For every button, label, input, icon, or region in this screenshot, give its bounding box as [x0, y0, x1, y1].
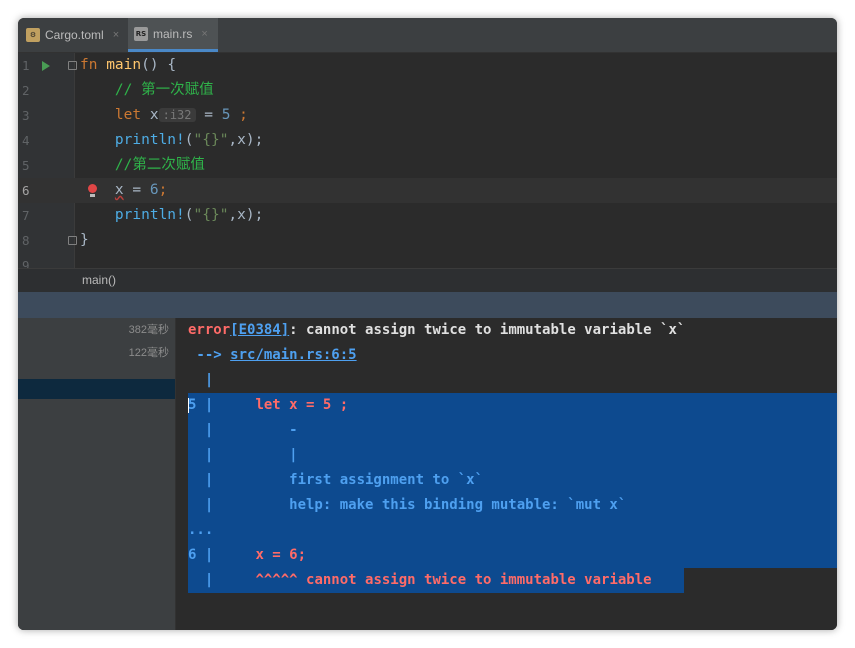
- error-code-link[interactable]: [E0384]: [230, 322, 289, 338]
- tab-cargo-toml[interactable]: ⚙ Cargo.toml ×: [26, 18, 119, 52]
- fold-icon[interactable]: [68, 61, 77, 70]
- line-number: 3: [22, 108, 30, 123]
- code-line[interactable]: 1 fn main() {: [18, 53, 837, 78]
- code-text: println!("{}",x);: [114, 207, 264, 223]
- close-icon[interactable]: ×: [201, 28, 207, 40]
- code-line-current[interactable]: 6 x = 6;: [18, 178, 837, 203]
- toml-file-icon: ⚙: [26, 28, 40, 42]
- console-line-selected: | first assignment to `x`: [188, 468, 837, 493]
- line-number: 8: [22, 233, 30, 248]
- console-line-selected: | help: make this binding mutable: `mut …: [188, 493, 837, 518]
- line-number: 2: [22, 83, 30, 98]
- code-text: fn main() {: [80, 57, 177, 73]
- code-line[interactable]: 4 println!("{}",x);: [18, 128, 837, 153]
- breadcrumb-item[interactable]: main(): [82, 269, 116, 292]
- fold-icon[interactable]: [68, 236, 77, 245]
- run-toolbar-strip: [18, 292, 837, 318]
- rust-file-icon: RS: [134, 26, 148, 41]
- tab-main-rs[interactable]: RS main.rs ×: [128, 18, 218, 52]
- run-tree: 382毫秒 122毫秒: [18, 318, 176, 630]
- tab-label: Cargo.toml: [45, 28, 104, 42]
- ide-window: ⚙ Cargo.toml × RS main.rs × 1 fn main() …: [18, 18, 837, 630]
- type-hint: :i32: [158, 108, 196, 122]
- source-location-link[interactable]: src/main.rs:6:5: [230, 347, 356, 363]
- line-number: 5: [22, 158, 30, 173]
- line-number: 4: [22, 133, 30, 148]
- run-duration[interactable]: 382毫秒: [129, 321, 169, 337]
- close-icon[interactable]: ×: [113, 29, 119, 41]
- breadcrumb[interactable]: main(): [18, 268, 837, 292]
- run-duration[interactable]: 122毫秒: [129, 344, 169, 360]
- line-number: 1: [22, 58, 30, 73]
- line-number: 9: [22, 258, 30, 268]
- code-line[interactable]: 2 // 第一次赋值: [18, 78, 837, 103]
- code-line[interactable]: 8 }: [18, 228, 837, 253]
- code-line[interactable]: 5 //第二次赋值: [18, 153, 837, 178]
- console-line-selected: 6 | x = 6;: [188, 543, 837, 568]
- code-text: //第二次赋值: [114, 157, 205, 173]
- code-text: // 第一次赋值: [114, 82, 214, 98]
- console-line-selected: 5 | let x = 5 ;: [188, 393, 837, 418]
- console-line-selected: ...: [188, 518, 837, 543]
- code-editor[interactable]: 1 fn main() { 2 // 第一次赋值 3 let x:i32 = 5…: [18, 53, 837, 268]
- code-text: println!("{}",x);: [114, 132, 264, 148]
- console-line: |: [188, 372, 214, 388]
- editor-tab-bar: ⚙ Cargo.toml × RS main.rs ×: [18, 18, 837, 53]
- console-line: error[E0384]: cannot assign twice to imm…: [188, 322, 686, 338]
- console-line-selected: | |: [188, 443, 837, 468]
- code-text: x = 6;: [114, 182, 168, 198]
- line-number: 7: [22, 208, 30, 223]
- run-icon[interactable]: [42, 61, 50, 71]
- console-line-selected: | ^^^^^ cannot assign twice to immutable…: [188, 568, 684, 593]
- code-text: }: [80, 232, 89, 248]
- code-text: let x:i32 = 5 ;: [114, 107, 248, 123]
- console-line-selected: | -: [188, 418, 837, 443]
- run-panel: 382毫秒 122毫秒 error[E0384]: cannot assign …: [18, 318, 837, 630]
- tree-selection: [18, 379, 175, 399]
- code-line[interactable]: 9: [18, 253, 837, 268]
- tab-label: main.rs: [153, 26, 193, 41]
- text-cursor: [188, 398, 189, 413]
- console-output[interactable]: error[E0384]: cannot assign twice to imm…: [188, 318, 837, 630]
- console-line: --> src/main.rs:6:5: [188, 347, 357, 363]
- code-line[interactable]: 7 println!("{}",x);: [18, 203, 837, 228]
- code-line[interactable]: 3 let x:i32 = 5 ;: [18, 103, 837, 128]
- line-number: 6: [22, 183, 30, 198]
